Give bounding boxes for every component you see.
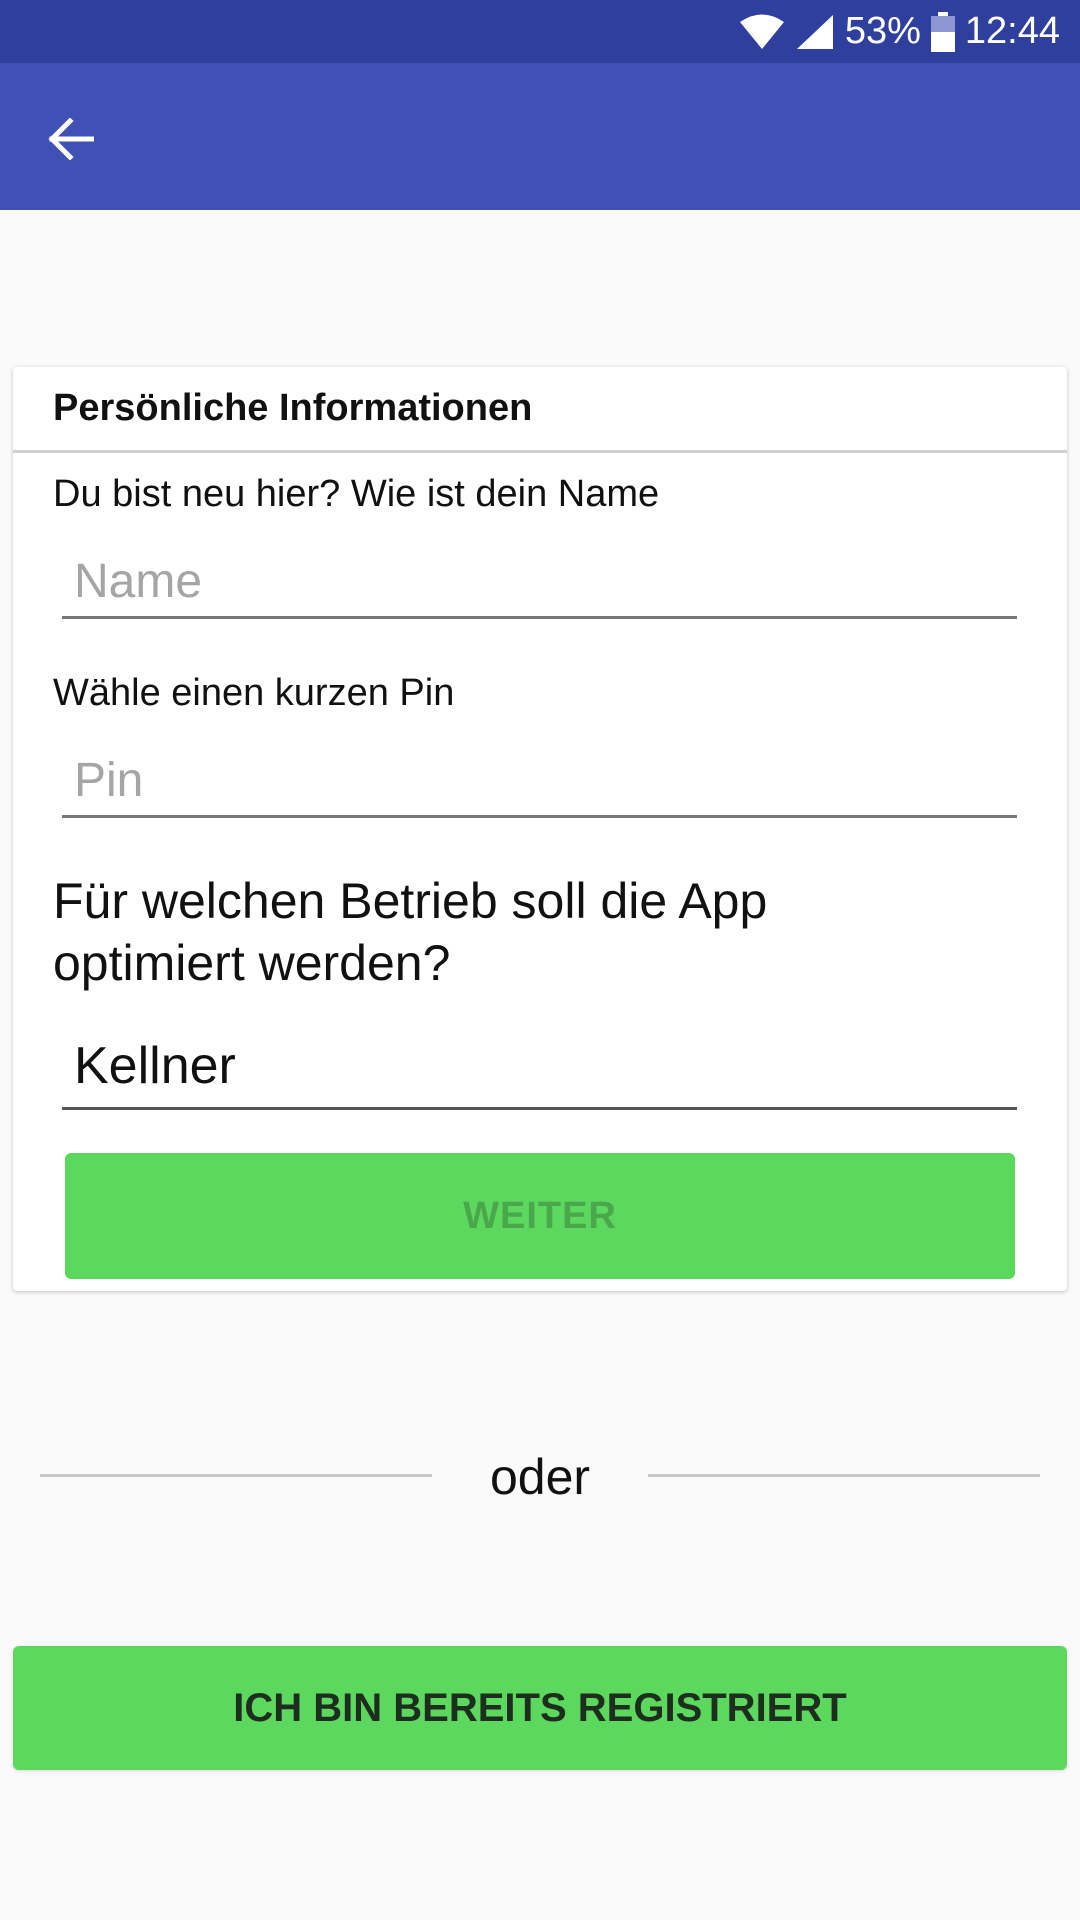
business-select[interactable]: Kellner bbox=[62, 1030, 1017, 1110]
wifi-icon bbox=[739, 13, 785, 51]
status-bar: 53% 12:44 bbox=[0, 0, 1080, 63]
back-button[interactable] bbox=[28, 98, 114, 184]
divider-line-right bbox=[648, 1474, 1040, 1477]
card-divider bbox=[13, 450, 1067, 453]
name-label: Du bist neu hier? Wie ist dein Name bbox=[53, 473, 660, 515]
or-text: oder bbox=[489, 1449, 591, 1505]
cell-signal-icon bbox=[795, 13, 835, 51]
arrow-left-icon bbox=[48, 116, 95, 165]
business-question-line2: optimiert werden? bbox=[53, 935, 451, 991]
or-divider: oder bbox=[0, 1440, 1080, 1510]
card-title: Persönliche Informationen bbox=[53, 387, 533, 429]
personal-info-card: Persönliche Informationen Du bist neu hi… bbox=[13, 367, 1067, 1291]
divider-line-left bbox=[40, 1474, 432, 1477]
continue-button[interactable]: WEITER bbox=[65, 1153, 1015, 1279]
battery-percent: 53% bbox=[844, 10, 921, 52]
name-input[interactable] bbox=[62, 547, 1017, 619]
status-icons: 53% 12:44 bbox=[739, 0, 1060, 63]
business-question-line1: Für welchen Betrieb soll die App bbox=[53, 873, 768, 929]
already-registered-button[interactable]: ICH BIN BEREITS REGISTRIERT bbox=[13, 1646, 1067, 1770]
pin-label: Wähle einen kurzen Pin bbox=[53, 672, 455, 714]
pin-input[interactable] bbox=[62, 746, 1017, 818]
battery-icon bbox=[930, 11, 955, 52]
app-bar bbox=[0, 63, 1080, 210]
clock: 12:44 bbox=[964, 10, 1060, 52]
